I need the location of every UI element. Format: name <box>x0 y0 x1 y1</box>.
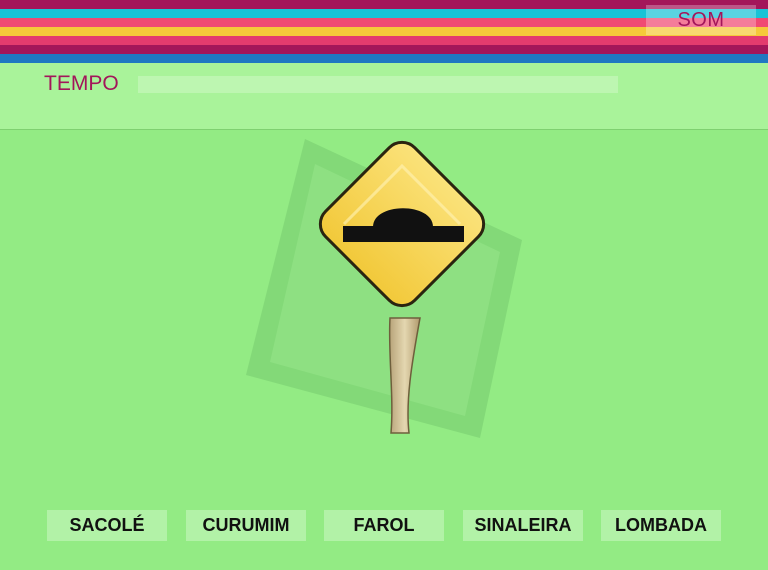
stripe <box>0 54 768 63</box>
question-image <box>240 132 530 442</box>
sound-button[interactable]: SOM <box>646 5 756 35</box>
timer-label: TEMPO <box>44 72 119 95</box>
sound-button-label: SOM <box>677 8 725 31</box>
option-label: SACOLÉ <box>69 515 145 535</box>
option-label: FAROL <box>353 515 415 535</box>
stripe <box>0 45 768 54</box>
option-button-sinaleira[interactable]: SINALEIRA <box>463 510 583 541</box>
option-button-curumim[interactable]: CURUMIM <box>186 510 306 541</box>
option-button-lombada[interactable]: LOMBADA <box>601 510 721 541</box>
option-button-farol[interactable]: FAROL <box>324 510 444 541</box>
option-label: LOMBADA <box>615 515 707 535</box>
timer-bar <box>138 76 618 93</box>
option-label: CURUMIM <box>202 515 290 535</box>
option-label: SINALEIRA <box>474 515 572 535</box>
option-button-sacole[interactable]: SACOLÉ <box>47 510 167 541</box>
stripe <box>0 36 768 45</box>
answer-options: SACOLÉ CURUMIM FAROL SINALEIRA LOMBADA <box>0 510 768 541</box>
speed-bump-sign-icon <box>246 139 522 438</box>
